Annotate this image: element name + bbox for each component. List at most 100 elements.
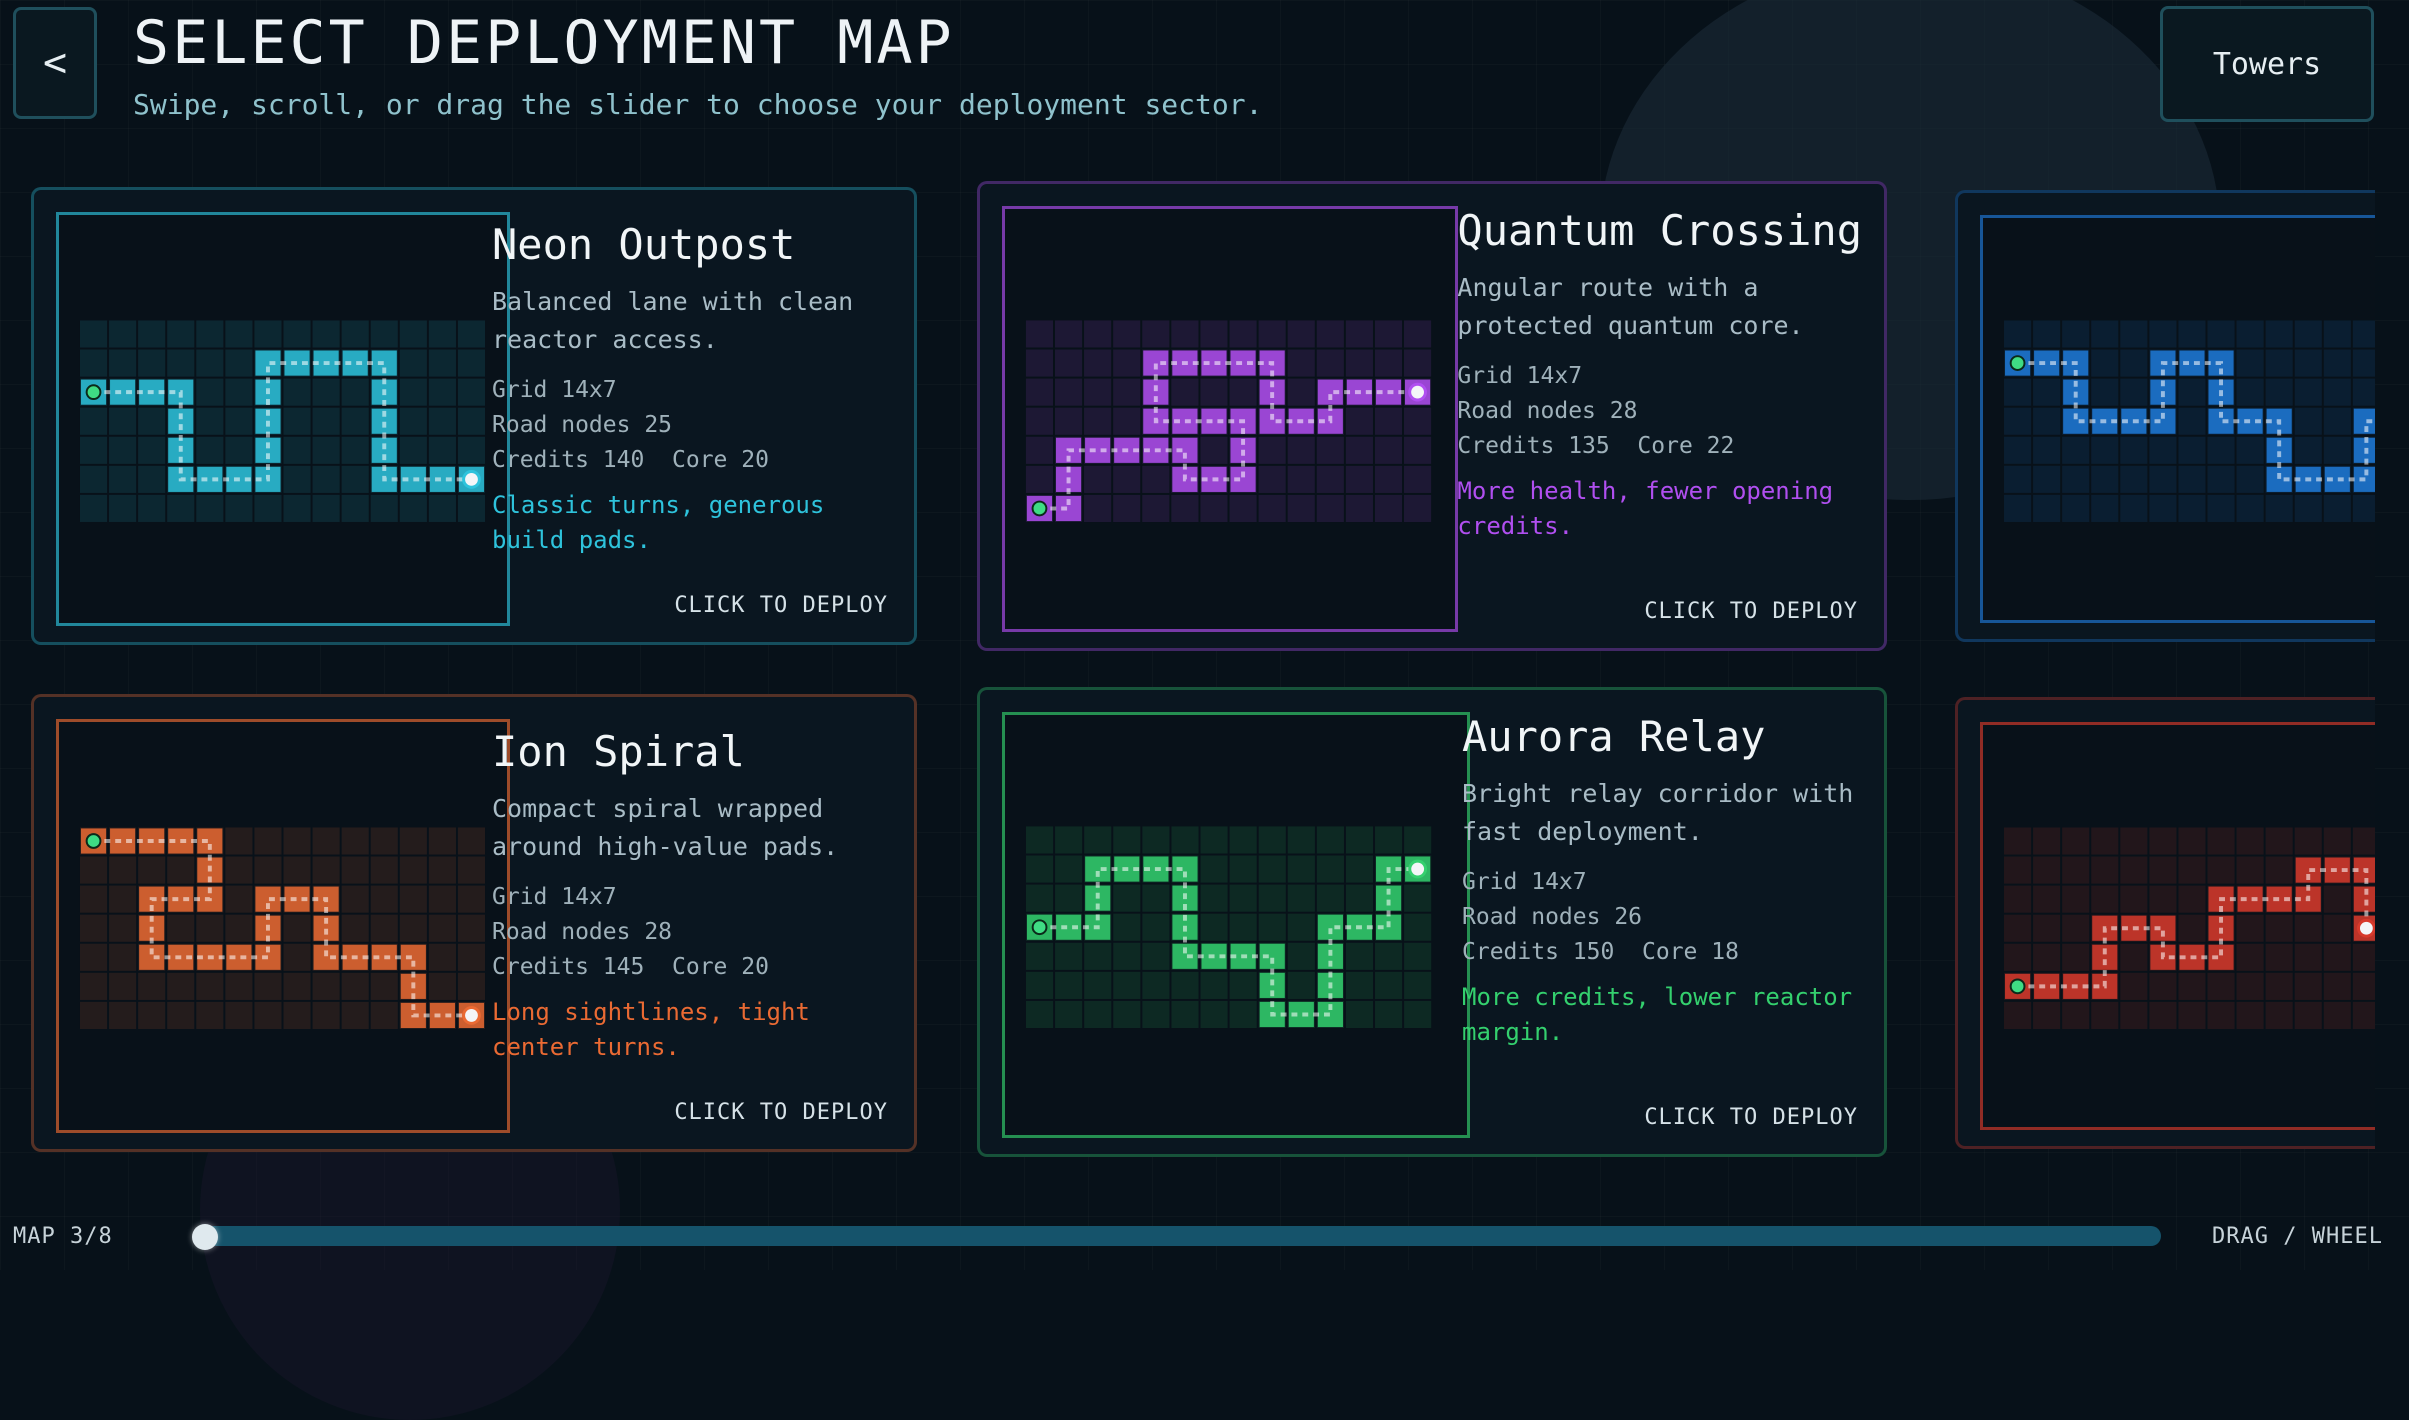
grid-cell <box>283 465 311 493</box>
grid-cell <box>2091 856 2119 884</box>
grid-cell <box>2004 1001 2032 1029</box>
map-card-quantum-crossing[interactable]: Quantum Crossing Angular route with a pr… <box>977 181 1887 651</box>
map-card-aurora-relay[interactable]: Aurora Relay Bright relay corridor with … <box>977 687 1887 1157</box>
map-slider-thumb[interactable] <box>192 1224 218 1250</box>
grid-cell <box>109 943 137 971</box>
grid-cell <box>2265 349 2293 377</box>
grid-cell <box>2294 972 2322 1000</box>
grid-cell <box>1287 913 1315 941</box>
grid-cell <box>2178 972 2206 1000</box>
grid-cell <box>457 349 486 377</box>
grid-cell <box>1171 1000 1199 1029</box>
grid-cell <box>1142 884 1170 912</box>
grid-cell <box>109 436 137 464</box>
grid-cell <box>2352 1001 2375 1029</box>
grid-cell <box>2004 436 2032 464</box>
map-slider-track[interactable] <box>193 1226 2161 1246</box>
grid-cell <box>2236 827 2264 855</box>
grid-cell <box>312 436 340 464</box>
grid-cell <box>2062 494 2090 522</box>
grid-cell <box>2062 320 2090 348</box>
grid-cell <box>2265 1001 2293 1029</box>
reactor-core-icon <box>1408 859 1428 879</box>
grid-cell <box>225 885 253 913</box>
grid-cell <box>1142 942 1170 970</box>
grid-cell <box>1345 1000 1374 1029</box>
grid-cell <box>225 914 253 942</box>
grid-cell <box>196 1001 224 1029</box>
map-card-ion-spiral[interactable]: Ion Spiral Compact spiral wrapped around… <box>31 694 917 1152</box>
grid-cell <box>341 465 369 493</box>
towers-button[interactable]: Towers <box>2160 6 2374 122</box>
map-card-partial[interactable] <box>1955 190 2375 642</box>
grid-cell <box>1025 407 1054 435</box>
map-note: Classic turns, generous build pads. <box>492 491 825 554</box>
grid-cell <box>2033 1001 2061 1029</box>
grid-cell <box>2265 494 2293 522</box>
map-credits-core: Credits 140 Core 20 <box>492 447 769 473</box>
grid-cell <box>1200 378 1228 406</box>
map-preview <box>1002 206 1458 632</box>
map-card-partial[interactable] <box>1955 697 2375 1149</box>
grid-cell <box>167 320 195 348</box>
deploy-button[interactable]: CLICK TO DEPLOY <box>1644 599 1858 624</box>
grid-cell <box>428 943 456 971</box>
grid-cell <box>79 320 108 348</box>
road-cell <box>1172 437 1198 463</box>
grid-cell <box>1200 1000 1228 1029</box>
grid-cell <box>1404 913 1432 941</box>
grid-cell <box>109 972 137 1000</box>
grid-cell <box>370 1001 398 1029</box>
grid-cell <box>1345 320 1373 348</box>
grid-cell <box>1113 349 1141 377</box>
map-index-label: MAP 3/8 <box>13 1224 113 1249</box>
grid-cell <box>167 494 195 522</box>
grid-cell <box>1142 971 1170 999</box>
grid-cell <box>254 494 282 522</box>
grid-cell <box>2265 972 2293 1000</box>
grid-cell <box>2265 320 2293 348</box>
grid-cell <box>1084 826 1112 854</box>
grid-cell <box>2091 494 2119 522</box>
grid-cell <box>2352 320 2375 348</box>
grid-cell <box>1200 436 1228 464</box>
grid-cell <box>1142 826 1170 854</box>
grid-cell <box>1025 465 1054 493</box>
grid-cell <box>196 320 224 348</box>
grid-cell <box>2004 465 2032 493</box>
grid-cell <box>196 378 224 406</box>
grid-cell <box>225 856 253 884</box>
map-card-neon-outpost[interactable]: Neon Outpost Balanced lane with clean re… <box>31 187 917 645</box>
map-credits-core: Credits 150 Core 18 <box>1462 939 1739 965</box>
deploy-button[interactable]: CLICK TO DEPLOY <box>1644 1105 1858 1130</box>
grid-cell <box>2323 943 2351 971</box>
grid-cell <box>2033 436 2061 464</box>
grid-cell <box>1113 1000 1141 1029</box>
grid-cell <box>370 914 398 942</box>
grid-cell <box>254 827 282 855</box>
grid-cell <box>2178 827 2206 855</box>
deploy-button[interactable]: CLICK TO DEPLOY <box>674 593 888 618</box>
back-button[interactable]: < <box>13 7 97 119</box>
grid-cell <box>2149 856 2177 884</box>
map-carousel[interactable]: Neon Outpost Balanced lane with clean re… <box>0 170 2375 1170</box>
grid-cell <box>2033 320 2061 348</box>
deploy-button[interactable]: CLICK TO DEPLOY <box>674 1100 888 1125</box>
grid-cell <box>2149 436 2177 464</box>
grid-cell <box>1200 913 1228 941</box>
grid-cell <box>1171 494 1199 523</box>
grid-cell <box>1345 826 1374 854</box>
grid-cell <box>1258 436 1286 464</box>
grid-cell <box>2149 465 2177 493</box>
grid-cell <box>2207 972 2235 1000</box>
grid-cell <box>1345 942 1374 970</box>
grid-cell <box>1258 494 1286 523</box>
map-road-nodes: Road nodes 28 <box>492 919 673 945</box>
grid-cell <box>2120 827 2148 855</box>
grid-cell <box>2033 494 2061 522</box>
map-name: Ion Spiral <box>492 727 745 776</box>
grid-cell <box>1258 826 1286 854</box>
grid-cell <box>370 320 398 348</box>
grid-cell <box>2091 827 2119 855</box>
grid-cell <box>1084 320 1112 348</box>
